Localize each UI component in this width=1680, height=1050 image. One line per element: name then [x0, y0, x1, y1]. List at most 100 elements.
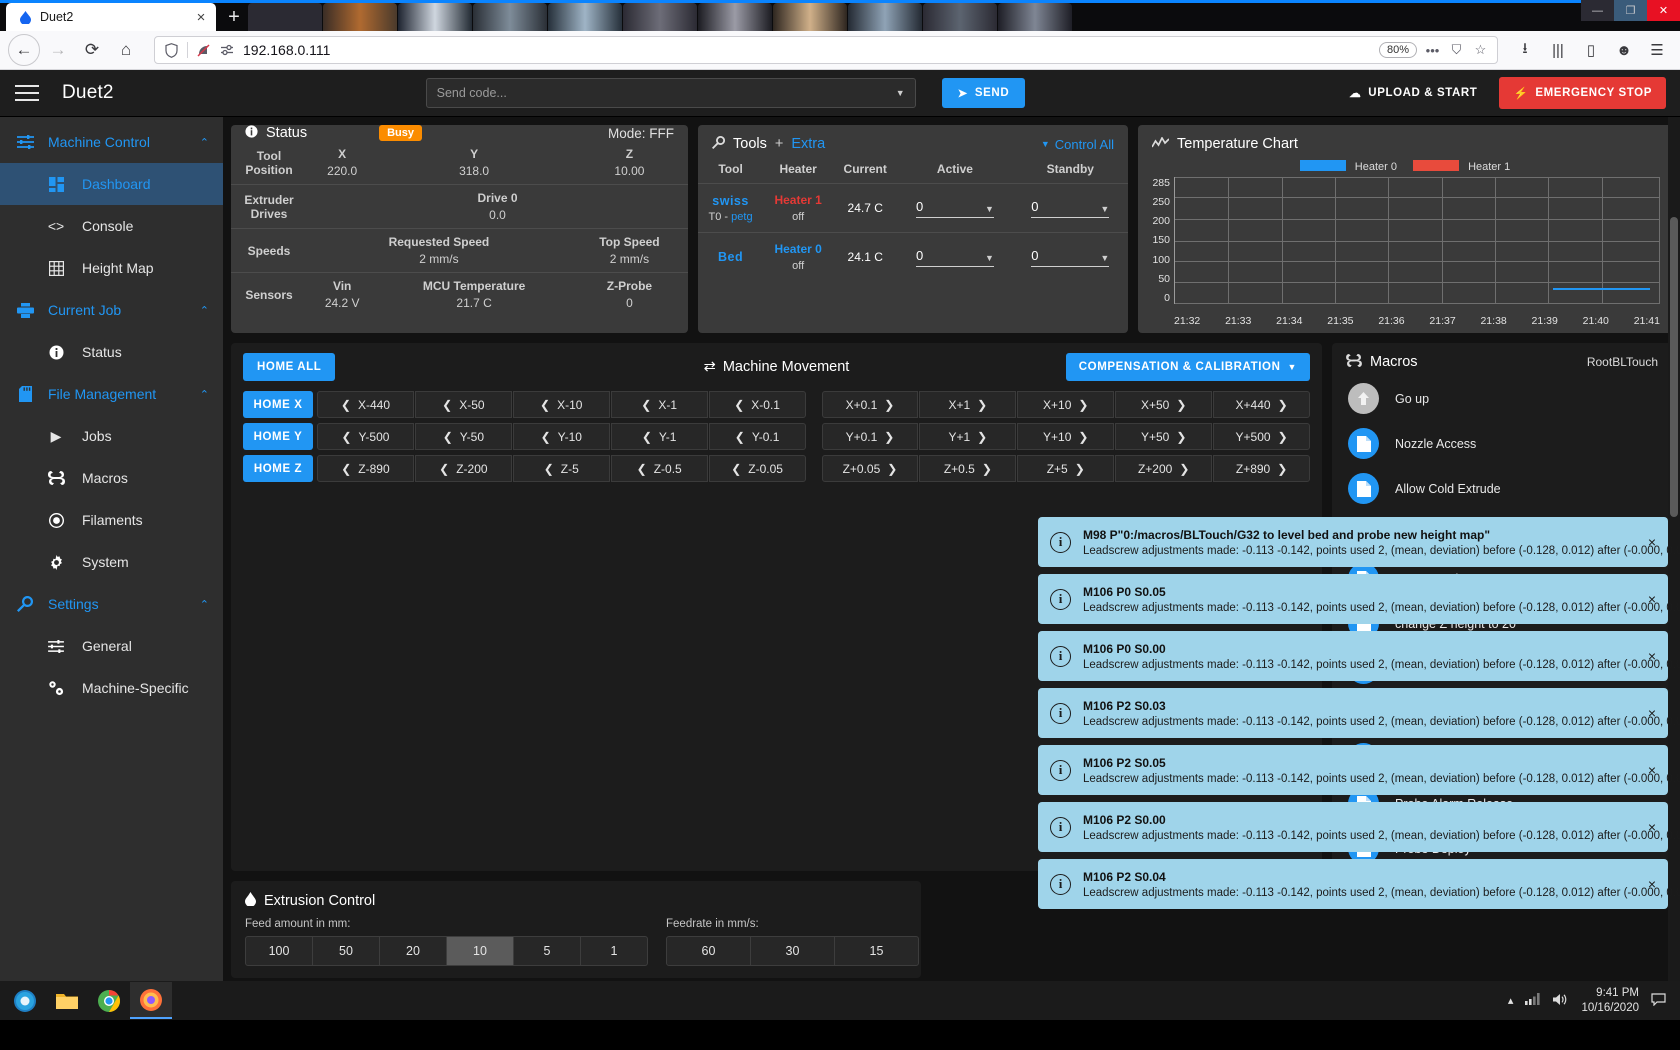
sidebar-item-macros[interactable]: Macros	[0, 457, 223, 499]
window-close-button[interactable]: ✕	[1647, 0, 1680, 21]
sidebar-item-console[interactable]: <> Console	[0, 205, 223, 247]
macro-item-allow-cold-extrude[interactable]: Allow Cold Extrude	[1332, 466, 1672, 511]
sidebar-item-status[interactable]: Status	[0, 331, 223, 373]
move-button[interactable]: X+440 ❯	[1213, 391, 1311, 418]
chrome-button[interactable]	[88, 982, 130, 1019]
downloads-icon[interactable]: ⭳	[1510, 35, 1540, 65]
toast-notification[interactable]: i M106 P0 S0.05 Leadscrew adjustments ma…	[1038, 574, 1680, 624]
background-tab[interactable]	[473, 3, 547, 31]
chevron-down-icon[interactable]: ▼	[1100, 253, 1109, 263]
move-button[interactable]: Z+890 ❯	[1213, 455, 1311, 482]
new-tab-button[interactable]: +	[220, 3, 248, 31]
tray-expand-icon[interactable]: ▴	[1508, 994, 1514, 1007]
tool-cell[interactable]: swiss T0 - petg	[698, 183, 764, 233]
network-icon[interactable]	[1525, 993, 1541, 1008]
feed-amount-option[interactable]: 1	[580, 936, 648, 966]
sidebar-group-machine-control[interactable]: Machine Control ⌃	[0, 121, 223, 163]
chevron-up-icon[interactable]: ⌃	[200, 388, 209, 401]
file-explorer-button[interactable]	[46, 982, 88, 1019]
feed-amount-option[interactable]: 5	[513, 936, 581, 966]
pocket-icon[interactable]: ⛉	[1448, 42, 1465, 59]
home-y-button[interactable]: HOME Y	[243, 423, 313, 450]
upload-and-start-button[interactable]: ☁ UPLOAD & START	[1337, 77, 1489, 109]
sidebar-item-system[interactable]: System	[0, 541, 223, 583]
sidebar-item-general[interactable]: General	[0, 625, 223, 667]
move-button[interactable]: Y+1 ❯	[919, 423, 1017, 450]
background-tabs[interactable]	[248, 3, 1680, 31]
chevron-down-icon[interactable]: ▼	[985, 204, 994, 214]
bookmark-star-icon[interactable]: ☆	[1472, 42, 1489, 59]
browser-tab-active[interactable]: Duet2 ×	[6, 3, 216, 31]
emergency-stop-button[interactable]: ⚡ EMERGENCY STOP	[1499, 77, 1666, 109]
toast-notification[interactable]: i M106 P2 S0.03 Leadscrew adjustments ma…	[1038, 688, 1680, 738]
feedrate-option[interactable]: 15	[834, 936, 919, 966]
chevron-up-icon[interactable]: ⌃	[200, 304, 209, 317]
taskbar-clock[interactable]: 9:41 PM 10/16/2020	[1581, 986, 1639, 1015]
macro-item-nozzle-access[interactable]: Nozzle Access	[1332, 421, 1672, 466]
feed-amount-option[interactable]: 20	[379, 936, 447, 966]
toast-notification[interactable]: i M106 P2 S0.00 Leadscrew adjustments ma…	[1038, 802, 1680, 852]
volume-icon[interactable]	[1553, 993, 1569, 1009]
move-button[interactable]: Z+200 ❯	[1115, 455, 1213, 482]
home-z-button[interactable]: HOME Z	[243, 455, 313, 482]
sidebar-group-current-job[interactable]: Current Job ⌃	[0, 289, 223, 331]
account-icon[interactable]: ☻	[1609, 35, 1639, 65]
feedrate-option[interactable]: 30	[750, 936, 835, 966]
close-icon[interactable]: ×	[1648, 591, 1656, 607]
move-button[interactable]: X+10 ❯	[1017, 391, 1115, 418]
toast-notification[interactable]: i M106 P0 S0.00 Leadscrew adjustments ma…	[1038, 631, 1680, 681]
url-text[interactable]: 192.168.0.111	[243, 42, 1372, 58]
feed-amount-option[interactable]: 50	[312, 936, 380, 966]
firefox-button[interactable]	[130, 982, 172, 1019]
move-button[interactable]: ❮ Y-1	[610, 423, 708, 450]
close-icon[interactable]: ×	[1648, 648, 1656, 664]
extra-link[interactable]: Extra	[791, 136, 825, 152]
move-button[interactable]: ❮ Z-5	[512, 455, 610, 482]
move-button[interactable]: Z+5 ❯	[1017, 455, 1115, 482]
move-button[interactable]: X+0.1 ❯	[821, 391, 919, 418]
standby-temp-value[interactable]: 0	[1031, 199, 1038, 214]
move-button[interactable]: X+1 ❯	[919, 391, 1017, 418]
home-icon[interactable]: ⌂	[110, 34, 142, 66]
page-actions-icon[interactable]: •••	[1424, 42, 1441, 59]
start-button[interactable]	[4, 982, 46, 1019]
home-all-button[interactable]: HOME ALL	[243, 353, 336, 381]
menu-toggle-icon[interactable]	[14, 82, 40, 104]
feed-amount-option-selected[interactable]: 10	[446, 936, 514, 966]
move-button[interactable]: ❮ X-10	[512, 391, 610, 418]
chevron-down-icon[interactable]: ▼	[1100, 204, 1109, 214]
active-temp-cell[interactable]: 0 ▼	[897, 183, 1013, 233]
move-button[interactable]: Y+10 ❯	[1017, 423, 1115, 450]
forward-icon[interactable]: →	[42, 34, 74, 66]
zoom-level-badge[interactable]: 80%	[1378, 42, 1417, 58]
standby-temp-cell[interactable]: 0 ▼	[1012, 232, 1128, 281]
move-button[interactable]: Z+0.05 ❯	[821, 455, 919, 482]
move-button[interactable]: ❮ Y-10	[512, 423, 610, 450]
toast-notification[interactable]: i M106 P2 S0.04 Leadscrew adjustments ma…	[1038, 859, 1680, 909]
move-button[interactable]: Z+0.5 ❯	[919, 455, 1017, 482]
background-tab[interactable]	[773, 3, 847, 31]
background-tab[interactable]	[323, 3, 397, 31]
active-temp-value[interactable]: 0	[916, 199, 923, 214]
background-tab[interactable]	[398, 3, 472, 31]
close-icon[interactable]: ×	[1648, 705, 1656, 721]
close-icon[interactable]: ×	[1648, 534, 1656, 550]
tracking-protection-off-icon[interactable]	[195, 42, 212, 59]
sidebar-icon[interactable]: ▯	[1576, 35, 1606, 65]
home-x-button[interactable]: HOME X	[243, 391, 313, 418]
move-button[interactable]: ❮ Z-200	[414, 455, 512, 482]
library-icon[interactable]: |||	[1543, 35, 1573, 65]
toast-notification[interactable]: i M98 P"0:/macros/BLTouch/G32 to level b…	[1038, 517, 1680, 567]
tool-cell[interactable]: Bed	[698, 232, 764, 281]
background-tab[interactable]	[923, 3, 997, 31]
sidebar-group-settings[interactable]: Settings ⌃	[0, 583, 223, 625]
reload-icon[interactable]: ⟳	[76, 34, 108, 66]
close-icon[interactable]: ×	[1648, 876, 1656, 892]
background-tab[interactable]	[698, 3, 772, 31]
standby-temp-cell[interactable]: 0 ▼	[1012, 183, 1128, 233]
back-icon[interactable]: ←	[8, 34, 40, 66]
toast-notification[interactable]: i M106 P2 S0.05 Leadscrew adjustments ma…	[1038, 745, 1680, 795]
heater-cell[interactable]: Heater 0 off	[763, 232, 834, 281]
sidebar-item-height-map[interactable]: Height Map	[0, 247, 223, 289]
plus-icon[interactable]: +	[775, 136, 783, 152]
